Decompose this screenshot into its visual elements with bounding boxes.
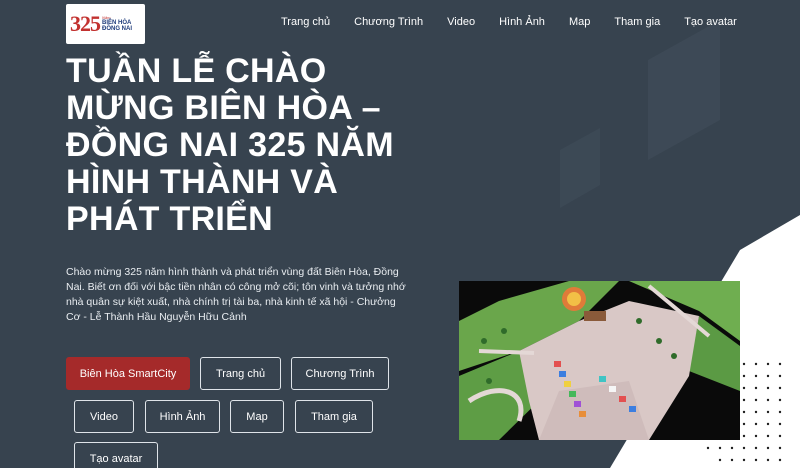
logo-number: 325 (70, 11, 101, 36)
nav-item-avatar[interactable]: Tạo avatar (684, 16, 737, 28)
hero-title: Tuần Lễ Chào Mừng Biên Hòa – Đồng Nai 32… (66, 52, 394, 238)
join-button[interactable]: Tham gia (295, 400, 373, 433)
smartcity-button[interactable]: Biên Hòa SmartCity (66, 357, 190, 390)
main-nav: Trang chủ Chương Trình Video Hình Ảnh Ma… (281, 16, 737, 28)
video-button[interactable]: Video (74, 400, 134, 433)
home-button[interactable]: Trang chủ (200, 357, 281, 390)
nav-item-map[interactable]: Map (569, 16, 590, 28)
gallery-button[interactable]: Hình Ảnh (145, 400, 220, 433)
nav-item-home[interactable]: Trang chủ (281, 16, 330, 28)
avatar-button[interactable]: Tạo avatar (74, 442, 158, 468)
nav-item-program[interactable]: Chương Trình (354, 16, 423, 28)
map-button[interactable]: Map (230, 400, 284, 433)
site-logo[interactable]: 325 Năm BIÊN HÒA ĐỒNG NAI (66, 4, 145, 44)
program-button[interactable]: Chương Trình (291, 357, 389, 390)
hero-description: Chào mừng 325 năm hình thành và phát tri… (66, 266, 406, 323)
logo-text: Năm BIÊN HÒA ĐỒNG NAI (102, 16, 132, 33)
nav-item-video[interactable]: Video (447, 16, 475, 28)
nav-item-join[interactable]: Tham gia (614, 16, 660, 28)
festival-render-image (459, 281, 740, 440)
nav-item-gallery[interactable]: Hình Ảnh (499, 16, 545, 28)
logo-line-2: ĐỒNG NAI (102, 26, 132, 32)
